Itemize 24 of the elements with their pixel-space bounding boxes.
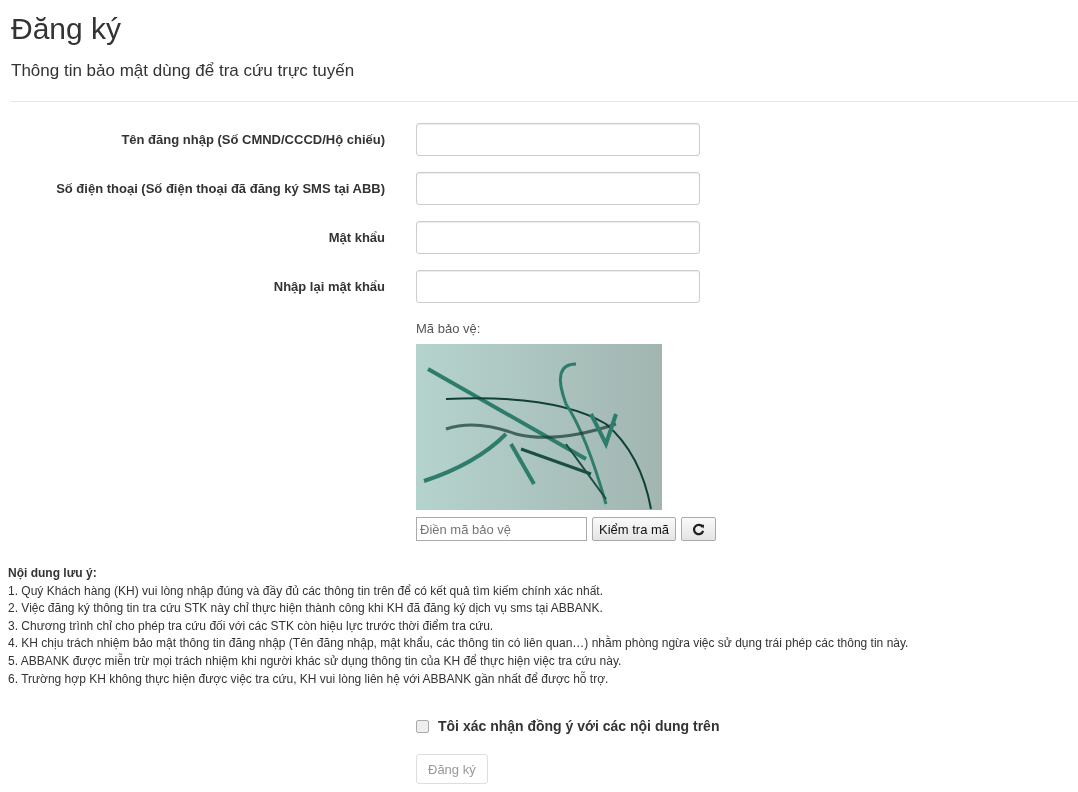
page-title: Đăng ký <box>11 11 123 47</box>
input-field[interactable] <box>416 270 700 303</box>
field-label: Số điện thoại (Số điện thoại đã đăng ký SMS tại ABB) <box>55 181 385 196</box>
note-text: 1. Quý Khách hàng (KH) vui lòng nhập đúng và đầy đủ các thông tin trên để có kết quả tìm kiếm chính xác nhất. <box>8 582 605 600</box>
note-text: 4. KH chịu trách nhiệm bảo mật thông tin đăng nhập (Tên đăng nhập, mật khẩu, các thông tin có liên quan…) nhằm phòng ngừa việc sử dụng trái phép các thông tin này. <box>8 635 910 653</box>
notes-title: Nội dung lưu ý: <box>8 565 98 582</box>
page-subtitle: Thông tin bảo mật dùng để tra cứu trực tuyến <box>11 60 356 82</box>
field-label: Mật khẩu <box>327 230 385 245</box>
note-text: 2. Việc đăng ký thông tin tra cứu STK này chỉ thực hiện thành công khi KH đã đăng ký dịch vụ sms tại ABBANK. <box>8 600 604 618</box>
checkbox[interactable] <box>416 719 429 733</box>
captcha-label: Mã bảo vệ: <box>416 321 482 336</box>
note-text: 3. Chương trình chỉ cho phép tra cứu đối với các STK còn hiệu lực trước thời điểm tra cứu. <box>8 617 495 635</box>
check-code-button[interactable]: Kiểm tra mã <box>592 517 677 541</box>
checkbox-label: Tôi xác nhận đồng ý với các nội dung trên <box>438 718 720 735</box>
input-field[interactable] <box>416 172 700 205</box>
input-field[interactable] <box>416 221 700 254</box>
refresh-icon <box>692 522 706 536</box>
field-label: Tên đăng nhập (Số CMND/CCCD/Hộ chiếu) <box>120 132 385 147</box>
refresh-button[interactable] <box>681 517 717 541</box>
field-label: Nhập lại mật khẩu <box>272 279 385 294</box>
captcha-field[interactable]: Điền mã bảo vệ <box>416 517 587 541</box>
note-text: 5. ABBANK được miễn trừ mọi trách nhiệm khi người khác sử dụng thông tin của KH để thực hiện việc tra cứu này. <box>8 652 623 670</box>
note-text: 6. Trường hợp KH không thực hiện được việc tra cứu, KH vui lòng liên hệ với ABBANK gần nhất để được hỗ trợ. <box>8 670 610 688</box>
input-field[interactable] <box>416 123 700 156</box>
